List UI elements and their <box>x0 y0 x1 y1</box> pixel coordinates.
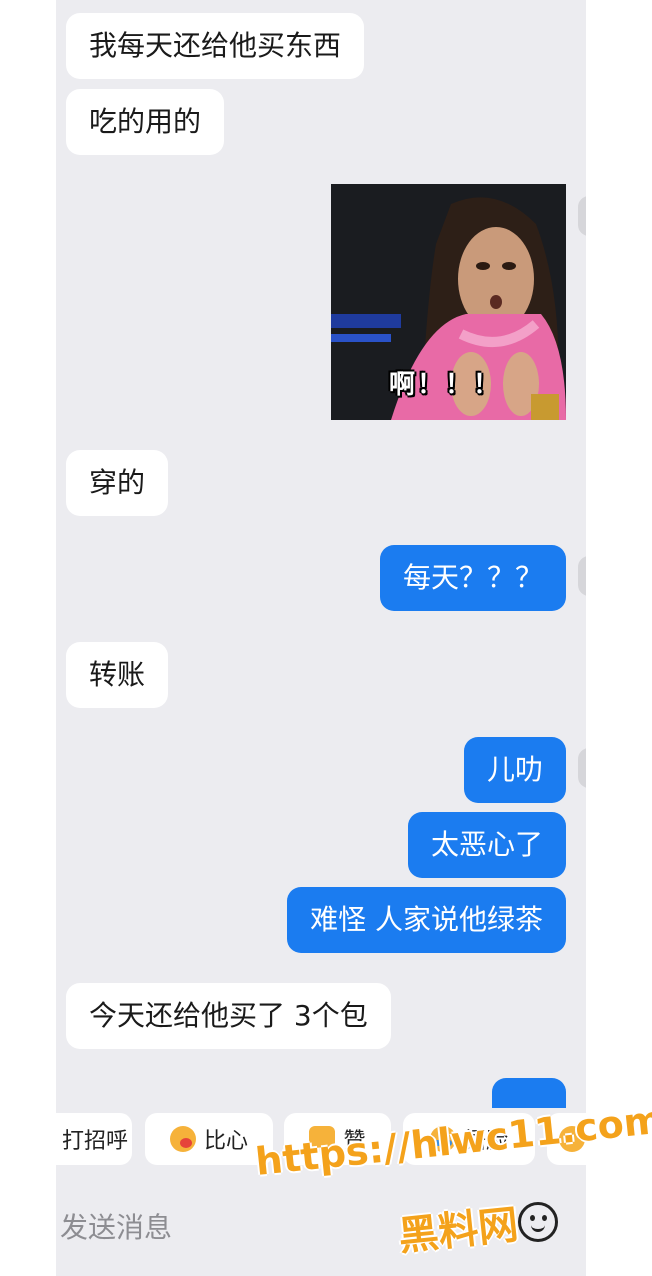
message-outgoing[interactable]: 难怪 人家说他绿茶 <box>287 887 566 953</box>
avatar[interactable] <box>578 196 586 236</box>
avatar[interactable] <box>578 748 586 788</box>
message-incoming[interactable]: 今天还给他买了 3个包 <box>66 983 391 1049</box>
message-incoming[interactable]: 转账 <box>66 642 169 708</box>
watermark-name: 黑料网 <box>396 1201 521 1261</box>
chat-screen: 我每天还给他买东西 吃的用的 啊！！！ 穿的 每天？？？ 转账 儿叻 太恶心了 … <box>56 0 586 1276</box>
watermark: https://hlwc11.com 黑料网 <box>253 1097 652 1261</box>
avatar[interactable] <box>578 556 586 596</box>
message-outgoing[interactable]: 儿叻 <box>463 737 566 803</box>
quick-reply-greet[interactable]: 打招呼 <box>56 1113 132 1165</box>
message-input[interactable]: 发送消息 <box>60 1206 172 1246</box>
message-outgoing-partial[interactable] <box>492 1078 566 1108</box>
heart-hands-icon <box>169 1126 196 1152</box>
sticker-caption: 啊！！！ <box>389 370 502 400</box>
quick-reply-label: 打招呼 <box>61 1129 128 1154</box>
message-outgoing[interactable]: 每天？？？ <box>379 545 566 611</box>
sticker-message[interactable]: 啊！！！ <box>331 184 566 420</box>
message-incoming[interactable]: 我每天还给他买东西 <box>66 13 365 79</box>
quick-reply-heart[interactable]: 比心 <box>145 1113 273 1165</box>
message-incoming[interactable]: 吃的用的 <box>66 89 225 155</box>
message-incoming[interactable]: 穿的 <box>66 450 169 516</box>
message-outgoing[interactable]: 太恶心了 <box>407 812 566 878</box>
quick-reply-label: 比心 <box>203 1129 248 1154</box>
